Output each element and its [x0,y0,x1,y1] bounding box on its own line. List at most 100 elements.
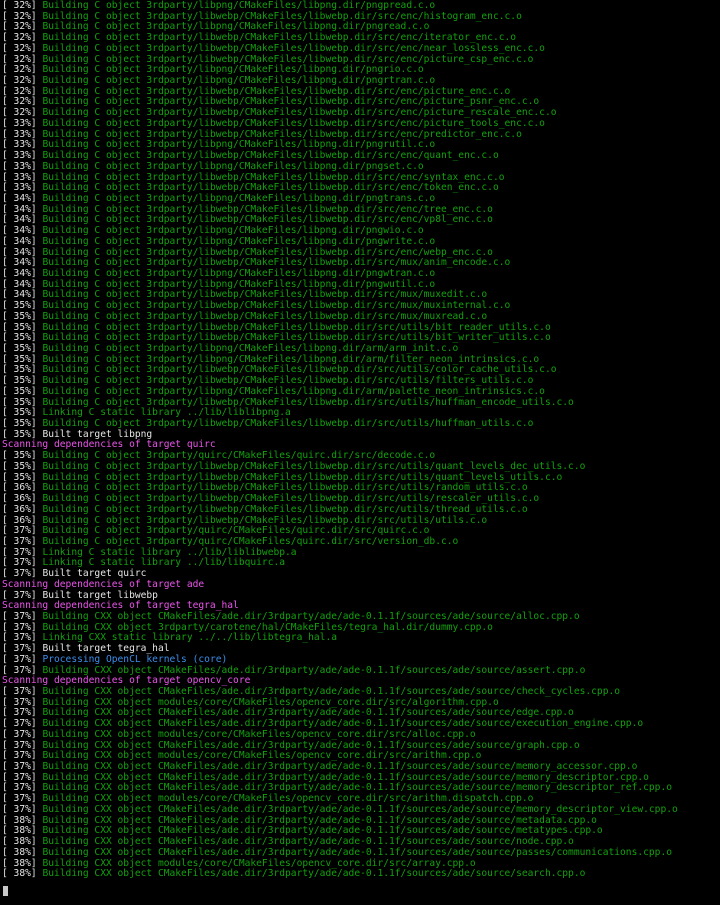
progress-percent: [ 37%] [2,546,43,558]
progress-percent: [ 37%] [2,568,43,580]
progress-percent: [ 34%] [2,225,43,237]
progress-percent: [ 35%] [2,321,43,333]
progress-percent: [ 32%] [2,32,43,44]
build-message: Building C object 3rdparty/libpng/CMakeF… [42,278,436,290]
build-message: Building CXX object modules/core/CMakeFi… [42,696,499,708]
build-message: Building C object 3rdparty/libwebp/CMake… [42,42,545,54]
build-message: Building C object 3rdparty/libwebp/CMake… [42,375,534,387]
progress-percent: [ 32%] [2,42,43,54]
progress-percent: [ 37%] [2,589,43,601]
progress-percent: [ 38%] [2,825,43,837]
build-message: Linking C static library ../lib/liblibwe… [42,546,297,558]
progress-percent: [ 33%] [2,117,43,129]
build-message: Building C object 3rdparty/libwebp/CMake… [42,214,493,226]
build-message: Building C object 3rdparty/quirc/CMakeFi… [42,450,436,462]
build-message: Building C object 3rdparty/libwebp/CMake… [42,482,528,494]
build-message: Building CXX object modules/core/CMakeFi… [42,793,534,805]
progress-percent: [ 37%] [2,686,43,697]
build-message: Building C object 3rdparty/libwebp/CMake… [42,53,534,65]
progress-percent: [ 36%] [2,493,43,505]
build-message: Built target tegra_hal [42,643,170,655]
build-message: Building CXX object CMakeFiles/ade.dir/3… [42,761,638,773]
build-message: Building C object 3rdparty/libwebp/CMake… [42,503,528,515]
progress-percent: [ 37%] [2,632,43,644]
progress-percent: [ 37%] [2,557,43,569]
progress-percent: [ 37%] [2,653,43,665]
progress-percent: [ 36%] [2,503,43,515]
progress-percent: [ 32%] [2,0,43,11]
progress-percent: [ 38%] [2,846,43,858]
build-message: Building C object 3rdparty/libpng/CMakeF… [42,192,436,204]
progress-percent: [ 37%] [2,664,43,676]
progress-percent: [ 37%] [2,782,43,794]
build-message: Building C object 3rdparty/libwebp/CMake… [42,364,557,376]
build-message: Building C object 3rdparty/libpng/CMakeF… [42,160,424,172]
progress-percent: [ 35%] [2,471,43,483]
progress-percent: [ 35%] [2,396,43,408]
build-message: Building CXX object CMakeFiles/ade.dir/3… [42,610,580,622]
build-message: Building C object 3rdparty/libwebp/CMake… [42,128,522,140]
build-message: Building C object 3rdparty/libwebp/CMake… [42,117,545,129]
build-message: Building CXX object modules/core/CMakeFi… [42,728,476,740]
build-message: Building C object 3rdparty/libwebp/CMake… [42,85,511,97]
build-message: Building C object 3rdparty/quirc/CMakeFi… [42,535,459,547]
build-message: Building CXX object 3rdparty/carotene/ha… [42,621,493,633]
progress-percent: [ 34%] [2,289,43,301]
build-message: Building C object 3rdparty/libwebp/CMake… [42,321,551,333]
progress-percent: [ 34%] [2,246,43,258]
build-message: Building C object 3rdparty/libwebp/CMake… [42,396,574,408]
progress-percent: [ 37%] [2,718,43,730]
progress-percent: [ 36%] [2,514,43,526]
progress-percent: [ 34%] [2,267,43,279]
build-message: Building CXX object CMakeFiles/ade.dir/3… [42,803,678,815]
progress-percent: [ 34%] [2,203,43,215]
build-message: Building CXX object CMakeFiles/ade.dir/3… [42,686,621,697]
progress-percent: [ 32%] [2,85,43,97]
terminal-line: [ 38%] Building CXX object CMakeFiles/ad… [2,868,718,880]
build-message: Building CXX object modules/core/CMakeFi… [42,857,476,869]
build-message: Building CXX object CMakeFiles/ade.dir/3… [42,846,673,858]
build-message: Linking C static library ../lib/libquirc… [42,557,286,569]
build-message: Building CXX object CMakeFiles/ade.dir/3… [42,707,574,719]
progress-percent: [ 38%] [2,857,43,869]
build-message: Building C object 3rdparty/libwebp/CMake… [42,203,493,215]
build-message: Built target libpng [42,428,153,440]
build-message: Building C object 3rdparty/libwebp/CMake… [42,107,557,119]
progress-percent: [ 35%] [2,428,43,440]
progress-percent: [ 35%] [2,364,43,376]
progress-percent: [ 37%] [2,750,43,762]
build-message: Building C object 3rdparty/libwebp/CMake… [42,96,540,108]
progress-percent: [ 35%] [2,343,43,354]
progress-percent: [ 37%] [2,525,43,537]
build-message: Building C object 3rdparty/libpng/CMakeF… [42,0,436,11]
build-message: Building C object 3rdparty/libwebp/CMake… [42,300,511,312]
progress-percent: [ 37%] [2,707,43,719]
build-message: Building C object 3rdparty/libpng/CMakeF… [42,139,436,151]
build-message: Building CXX object CMakeFiles/ade.dir/3… [42,836,574,848]
progress-percent: [ 33%] [2,160,43,172]
build-message: Building CXX object CMakeFiles/ade.dir/3… [42,782,673,794]
build-message: Building C object 3rdparty/libpng/CMakeF… [42,353,540,365]
build-message: Building C object 3rdparty/quirc/CMakeFi… [42,525,430,537]
build-message: Building C object 3rdparty/libpng/CMakeF… [42,64,424,76]
progress-percent: [ 32%] [2,75,43,87]
build-message: Building C object 3rdparty/libpng/CMakeF… [42,75,436,87]
terminal-output[interactable]: [ 32%] Building C object 3rdparty/libpng… [2,0,718,880]
progress-percent: [ 35%] [2,353,43,365]
progress-percent: [ 34%] [2,235,43,247]
build-message: Building CXX object CMakeFiles/ade.dir/3… [42,664,586,676]
progress-percent: [ 32%] [2,107,43,119]
progress-percent: [ 32%] [2,64,43,76]
progress-percent: [ 33%] [2,150,43,162]
progress-percent: [ 35%] [2,407,43,419]
progress-percent: [ 37%] [2,728,43,740]
build-message: Building C object 3rdparty/libpng/CMakeF… [42,225,424,237]
progress-percent: [ 35%] [2,332,43,344]
build-message: Building C object 3rdparty/libpng/CMakeF… [42,235,436,247]
progress-percent: [ 33%] [2,139,43,151]
build-message: Building C object 3rdparty/libpng/CMakeF… [42,385,545,397]
progress-percent: [ 37%] [2,803,43,815]
progress-percent: [ 32%] [2,21,43,33]
build-message: Built target libwebp [42,589,158,601]
progress-percent: [ 35%] [2,300,43,312]
